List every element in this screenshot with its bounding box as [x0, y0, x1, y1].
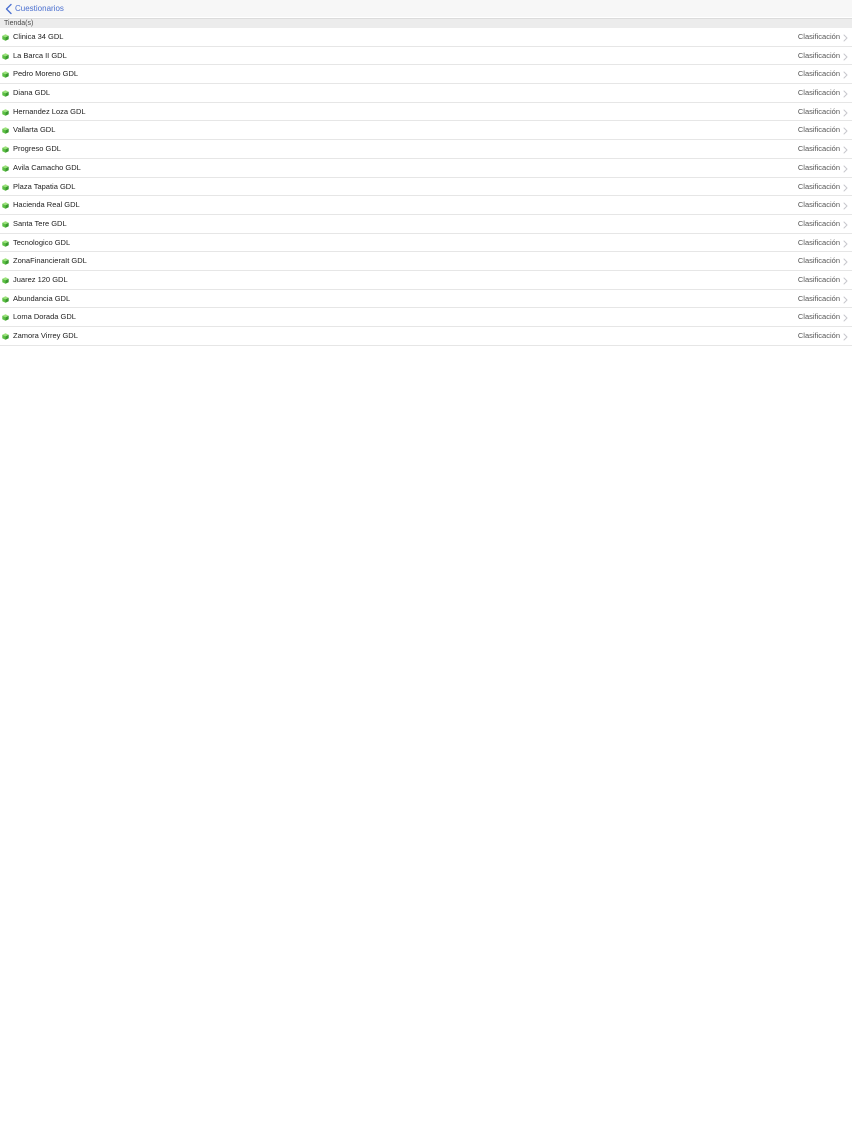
back-button[interactable]: Cuestionarios [0, 0, 64, 17]
chevron-right-icon [843, 71, 848, 79]
chevron-right-icon [843, 184, 848, 192]
list-item[interactable]: Santa Tere GDL Clasificación [0, 215, 852, 234]
store-name: Tecnologico GDL [13, 237, 71, 247]
store-cube-icon [2, 314, 9, 322]
item-detail: Clasificación [797, 88, 840, 98]
item-detail: Clasificación [797, 162, 840, 172]
item-detail: Clasificación [797, 218, 840, 228]
store-cube-icon [2, 127, 9, 135]
store-cube-icon [2, 295, 9, 303]
store-name: Hacienda Real GDL [13, 200, 80, 210]
store-name: Diana GDL [13, 88, 51, 98]
item-detail: Clasificación [797, 274, 840, 284]
store-name: ZonaFinancieraIt GDL [13, 256, 87, 266]
store-name: Progreso GDL [13, 144, 61, 154]
chevron-right-icon [843, 221, 848, 229]
list-item[interactable]: Vallarta GDL Clasificación [0, 121, 852, 141]
store-name: Santa Tere GDL [13, 218, 67, 228]
store-cube-icon [2, 239, 9, 247]
chevron-right-icon [843, 202, 848, 210]
store-cube-icon [2, 146, 9, 153]
store-name: Juarez 120 GDL [13, 274, 68, 284]
store-cube-icon [2, 52, 9, 60]
item-detail: Clasificación [797, 69, 840, 79]
list-item[interactable]: Hacienda Real GDL Clasificación [0, 196, 852, 215]
chevron-right-icon [843, 240, 848, 248]
store-name: Loma Dorada GDL [13, 312, 76, 322]
chevron-right-icon [843, 109, 848, 117]
store-name: La Barca II GDL [13, 50, 67, 60]
chevron-right-icon [843, 258, 848, 266]
chevron-right-icon [843, 296, 848, 304]
list-item[interactable]: Plaza Tapatia GDL Clasificación [0, 178, 852, 197]
section-header: Tienda(s) [0, 18, 852, 28]
list-item[interactable]: Juarez 120 GDL Clasificación [0, 271, 852, 290]
item-detail: Clasificación [797, 293, 840, 303]
chevron-right-icon [843, 34, 848, 42]
store-name: Avila Camacho GDL [13, 162, 81, 172]
item-detail: Clasificación [797, 50, 840, 60]
item-detail: Clasificación [797, 106, 840, 116]
item-detail: Clasificación [797, 181, 840, 191]
store-name: Plaza Tapatia GDL [13, 181, 76, 191]
list-item[interactable]: ZonaFinancieraIt GDL Clasificación [0, 252, 852, 271]
store-name: Hernandez Loza GDL [13, 106, 86, 116]
back-label: Cuestionarios [15, 4, 64, 13]
list-item[interactable]: Avila Camacho GDL Clasificación [0, 159, 852, 178]
store-cube-icon [2, 277, 9, 284]
item-detail: Clasificación [797, 125, 840, 135]
store-cube-icon [2, 165, 9, 172]
store-name: Vallarta GDL [13, 125, 56, 135]
store-cube-icon [2, 109, 9, 116]
chevron-right-icon [843, 314, 848, 322]
item-detail: Clasificación [797, 200, 840, 210]
list-item[interactable]: Loma Dorada GDL Clasificación [0, 308, 852, 327]
chevron-right-icon [843, 53, 848, 61]
navigation-bar: Cuestionarios [0, 0, 852, 17]
chevron-right-icon [843, 90, 848, 98]
chevron-right-icon [843, 277, 848, 285]
store-cube-icon [2, 90, 9, 97]
list-item[interactable]: La Barca II GDL Clasificación [0, 47, 852, 66]
store-name: Pedro Moreno GDL [13, 69, 79, 79]
item-detail: Clasificación [797, 237, 840, 247]
item-detail: Clasificación [797, 331, 840, 340]
list-item[interactable]: Abundancia GDL Clasificación [0, 290, 852, 309]
store-cube-icon [2, 71, 9, 79]
store-cube-icon [2, 258, 9, 266]
list-item[interactable]: Progreso GDL Clasificación [0, 140, 852, 159]
chevron-right-icon [843, 165, 848, 173]
item-detail: Clasificación [797, 256, 840, 266]
chevron-right-icon [843, 127, 848, 135]
list-item[interactable]: Tecnologico GDL Clasificación [0, 234, 852, 253]
chevron-right-icon [843, 146, 848, 154]
store-name: Clinica 34 GDL [13, 32, 64, 41]
store-cube-icon [2, 202, 9, 209]
store-list: Clinica 34 GDL Clasificación La Barca II… [0, 28, 852, 346]
item-detail: Clasificación [797, 144, 840, 154]
list-item[interactable]: Diana GDL Clasificación [0, 84, 852, 103]
item-detail: Clasificación [797, 312, 840, 322]
list-item[interactable]: Zamora Virrey GDL Clasificación [0, 327, 852, 346]
list-item[interactable]: Hernandez Loza GDL Clasificación [0, 103, 852, 122]
store-cube-icon [2, 34, 9, 41]
item-detail: Clasificación [797, 32, 840, 41]
store-cube-icon [2, 333, 9, 340]
store-name: Zamora Virrey GDL [13, 331, 78, 340]
chevron-left-icon [4, 3, 14, 15]
list-item[interactable]: Pedro Moreno GDL Clasificación [0, 65, 852, 85]
store-name: Abundancia GDL [13, 293, 71, 303]
chevron-right-icon [843, 333, 848, 341]
store-cube-icon [2, 183, 9, 191]
list-item[interactable]: Clinica 34 GDL Clasificación [0, 28, 852, 47]
store-cube-icon [2, 221, 9, 228]
